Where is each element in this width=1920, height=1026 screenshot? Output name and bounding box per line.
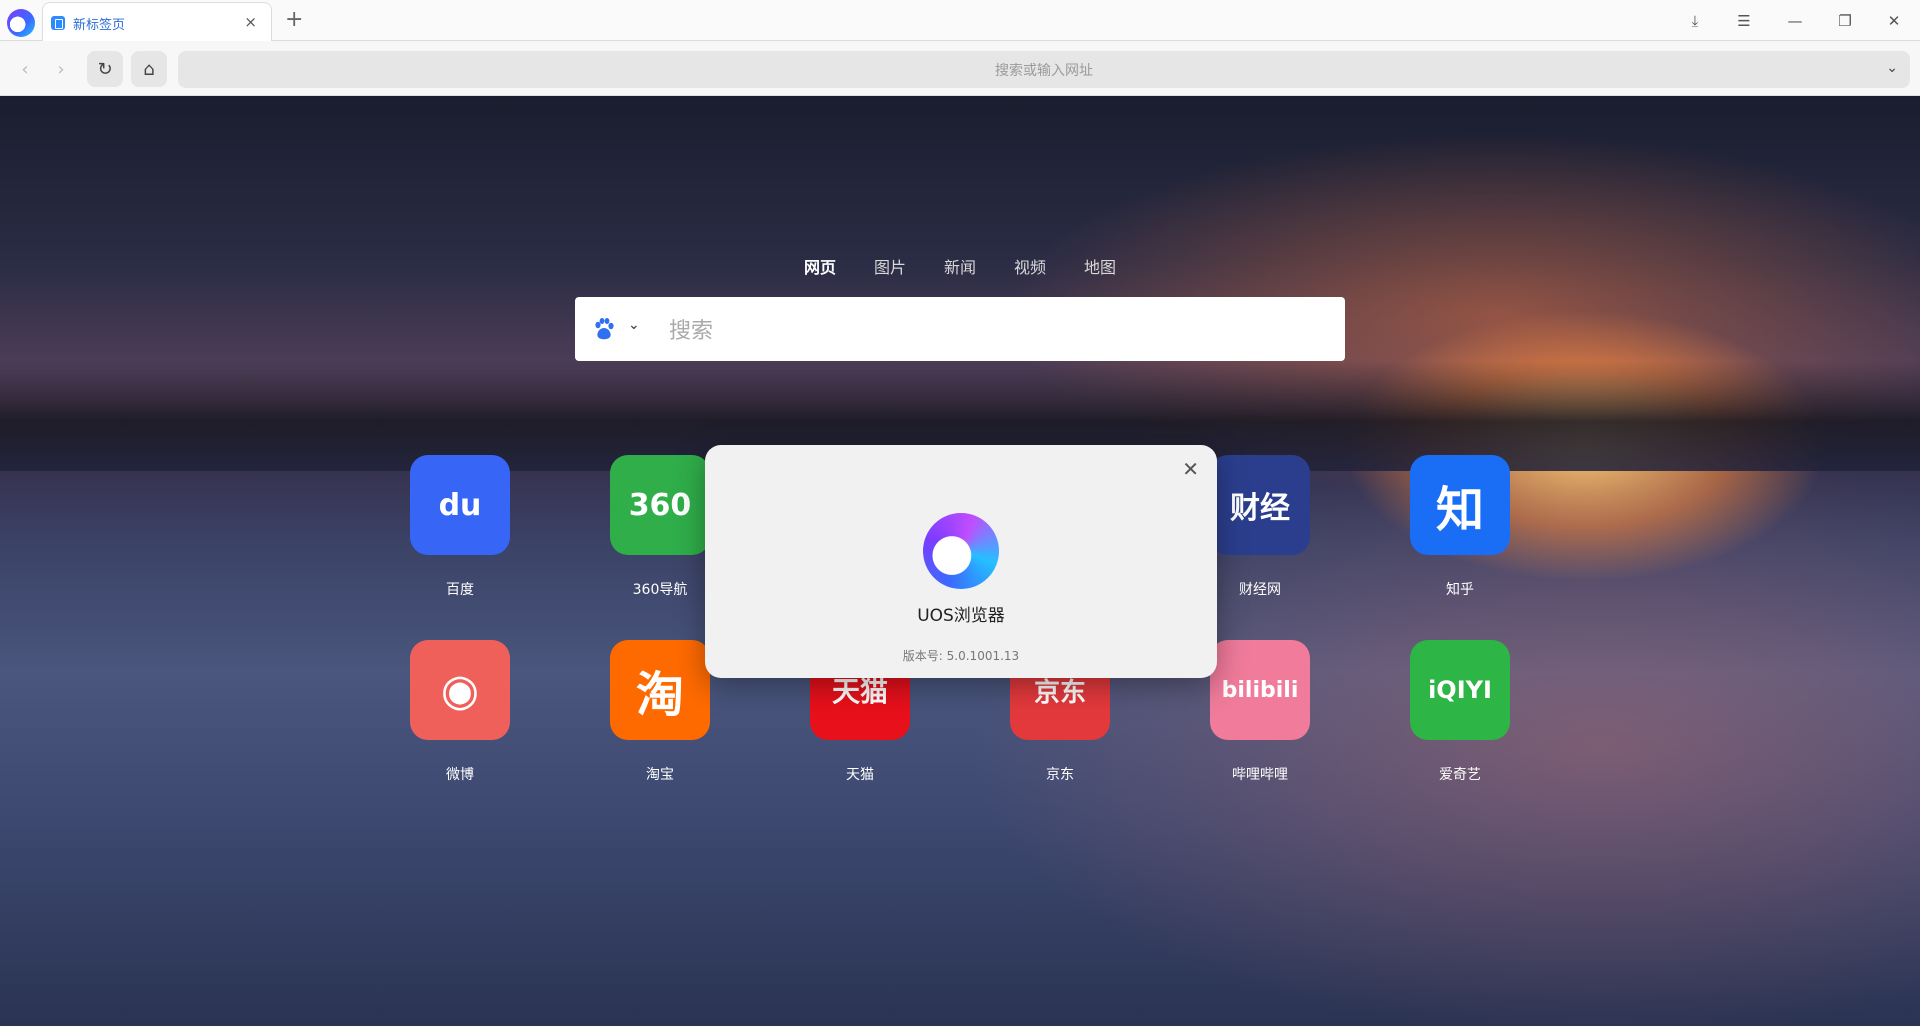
- site-tile-iqiyi[interactable]: iQIYI 爱奇艺: [1410, 640, 1510, 784]
- dialog-title: UOS浏览器: [917, 606, 1005, 626]
- bilibili-icon: bilibili: [1210, 640, 1310, 740]
- address-placeholder: 搜索或输入网址: [995, 63, 1093, 79]
- iqiyi-icon: iQIYI: [1410, 640, 1510, 740]
- 360-icon: 360: [610, 455, 710, 555]
- close-icon[interactable]: ✕: [1182, 457, 1199, 481]
- taobao-icon: 淘: [610, 640, 710, 740]
- search-box[interactable]: ⌄ 搜索: [575, 297, 1345, 361]
- site-tile-caijing[interactable]: 财经 财经网: [1210, 455, 1310, 599]
- engine-chevron-down-icon[interactable]: ⌄: [628, 317, 640, 333]
- site-tile-zhihu[interactable]: 知 知乎: [1410, 455, 1510, 599]
- search-tab-web[interactable]: 网页: [785, 254, 855, 278]
- tab-title: 新标签页: [73, 18, 126, 33]
- forward-button[interactable]: ›: [43, 51, 79, 87]
- home-button[interactable]: ⌂: [131, 51, 167, 87]
- baidu-paw-icon[interactable]: [593, 317, 615, 341]
- search-tab-images[interactable]: 图片: [855, 254, 925, 278]
- tab-favicon-icon: [51, 16, 65, 30]
- back-button[interactable]: ‹: [7, 51, 43, 87]
- new-tab-page: 网页 图片 新闻 视频 地图 ⌄ 搜索 du 百度 360 360导航 财经 财…: [0, 96, 1920, 1026]
- tab-close-icon[interactable]: ×: [244, 13, 257, 31]
- search-tab-map[interactable]: 地图: [1065, 254, 1135, 278]
- new-tab-button[interactable]: +: [285, 7, 303, 32]
- site-label: 淘宝: [646, 767, 674, 783]
- chevron-down-icon[interactable]: ⌄: [1886, 60, 1898, 76]
- site-label: 京东: [1046, 767, 1074, 783]
- tab-new-tab[interactable]: 新标签页 ×: [42, 2, 272, 41]
- weibo-icon: ◉: [410, 640, 510, 740]
- site-label: 微博: [446, 767, 474, 783]
- about-dialog: ✕ UOS浏览器 版本号: 5.0.1001.13: [705, 445, 1217, 678]
- navigation-toolbar: ‹ › ↻ ⌂ 搜索或输入网址 ⌄: [0, 42, 1920, 96]
- title-bar: 新标签页 × + ⤓ ☰ — ❐ ✕: [0, 0, 1920, 41]
- site-tile-bilibili[interactable]: bilibili 哔哩哔哩: [1210, 640, 1310, 784]
- search-tab-news[interactable]: 新闻: [925, 254, 995, 278]
- search-input[interactable]: 搜索: [669, 313, 713, 345]
- site-tile-360[interactable]: 360 360导航: [610, 455, 710, 599]
- uos-browser-logo-icon: [923, 513, 999, 589]
- search-category-tabs: 网页 图片 新闻 视频 地图: [785, 254, 1135, 278]
- site-label: 爱奇艺: [1439, 767, 1481, 783]
- site-tile-taobao[interactable]: 淘 淘宝: [610, 640, 710, 784]
- close-window-button[interactable]: ✕: [1882, 9, 1906, 33]
- address-bar[interactable]: 搜索或输入网址 ⌄: [178, 51, 1910, 88]
- minimize-button[interactable]: —: [1783, 9, 1807, 33]
- search-tab-video[interactable]: 视频: [995, 254, 1065, 278]
- reload-button[interactable]: ↻: [87, 51, 123, 87]
- site-label: 财经网: [1239, 582, 1281, 598]
- site-label: 百度: [446, 582, 474, 598]
- site-label: 天猫: [846, 767, 874, 783]
- browser-logo-icon[interactable]: [7, 9, 35, 37]
- menu-icon[interactable]: ☰: [1732, 9, 1756, 33]
- site-label: 知乎: [1446, 582, 1474, 598]
- site-tile-weibo[interactable]: ◉ 微博: [410, 640, 510, 784]
- restore-button[interactable]: ❐: [1833, 9, 1857, 33]
- caijing-icon: 财经: [1210, 455, 1310, 555]
- download-icon[interactable]: ⤓: [1683, 9, 1707, 33]
- site-label: 360导航: [632, 582, 688, 598]
- site-tile-baidu[interactable]: du 百度: [410, 455, 510, 599]
- version-text: 版本号: 5.0.1001.13: [902, 649, 1020, 663]
- site-label: 哔哩哔哩: [1232, 767, 1288, 783]
- zhihu-icon: 知: [1410, 455, 1510, 555]
- baidu-icon: du: [410, 455, 510, 555]
